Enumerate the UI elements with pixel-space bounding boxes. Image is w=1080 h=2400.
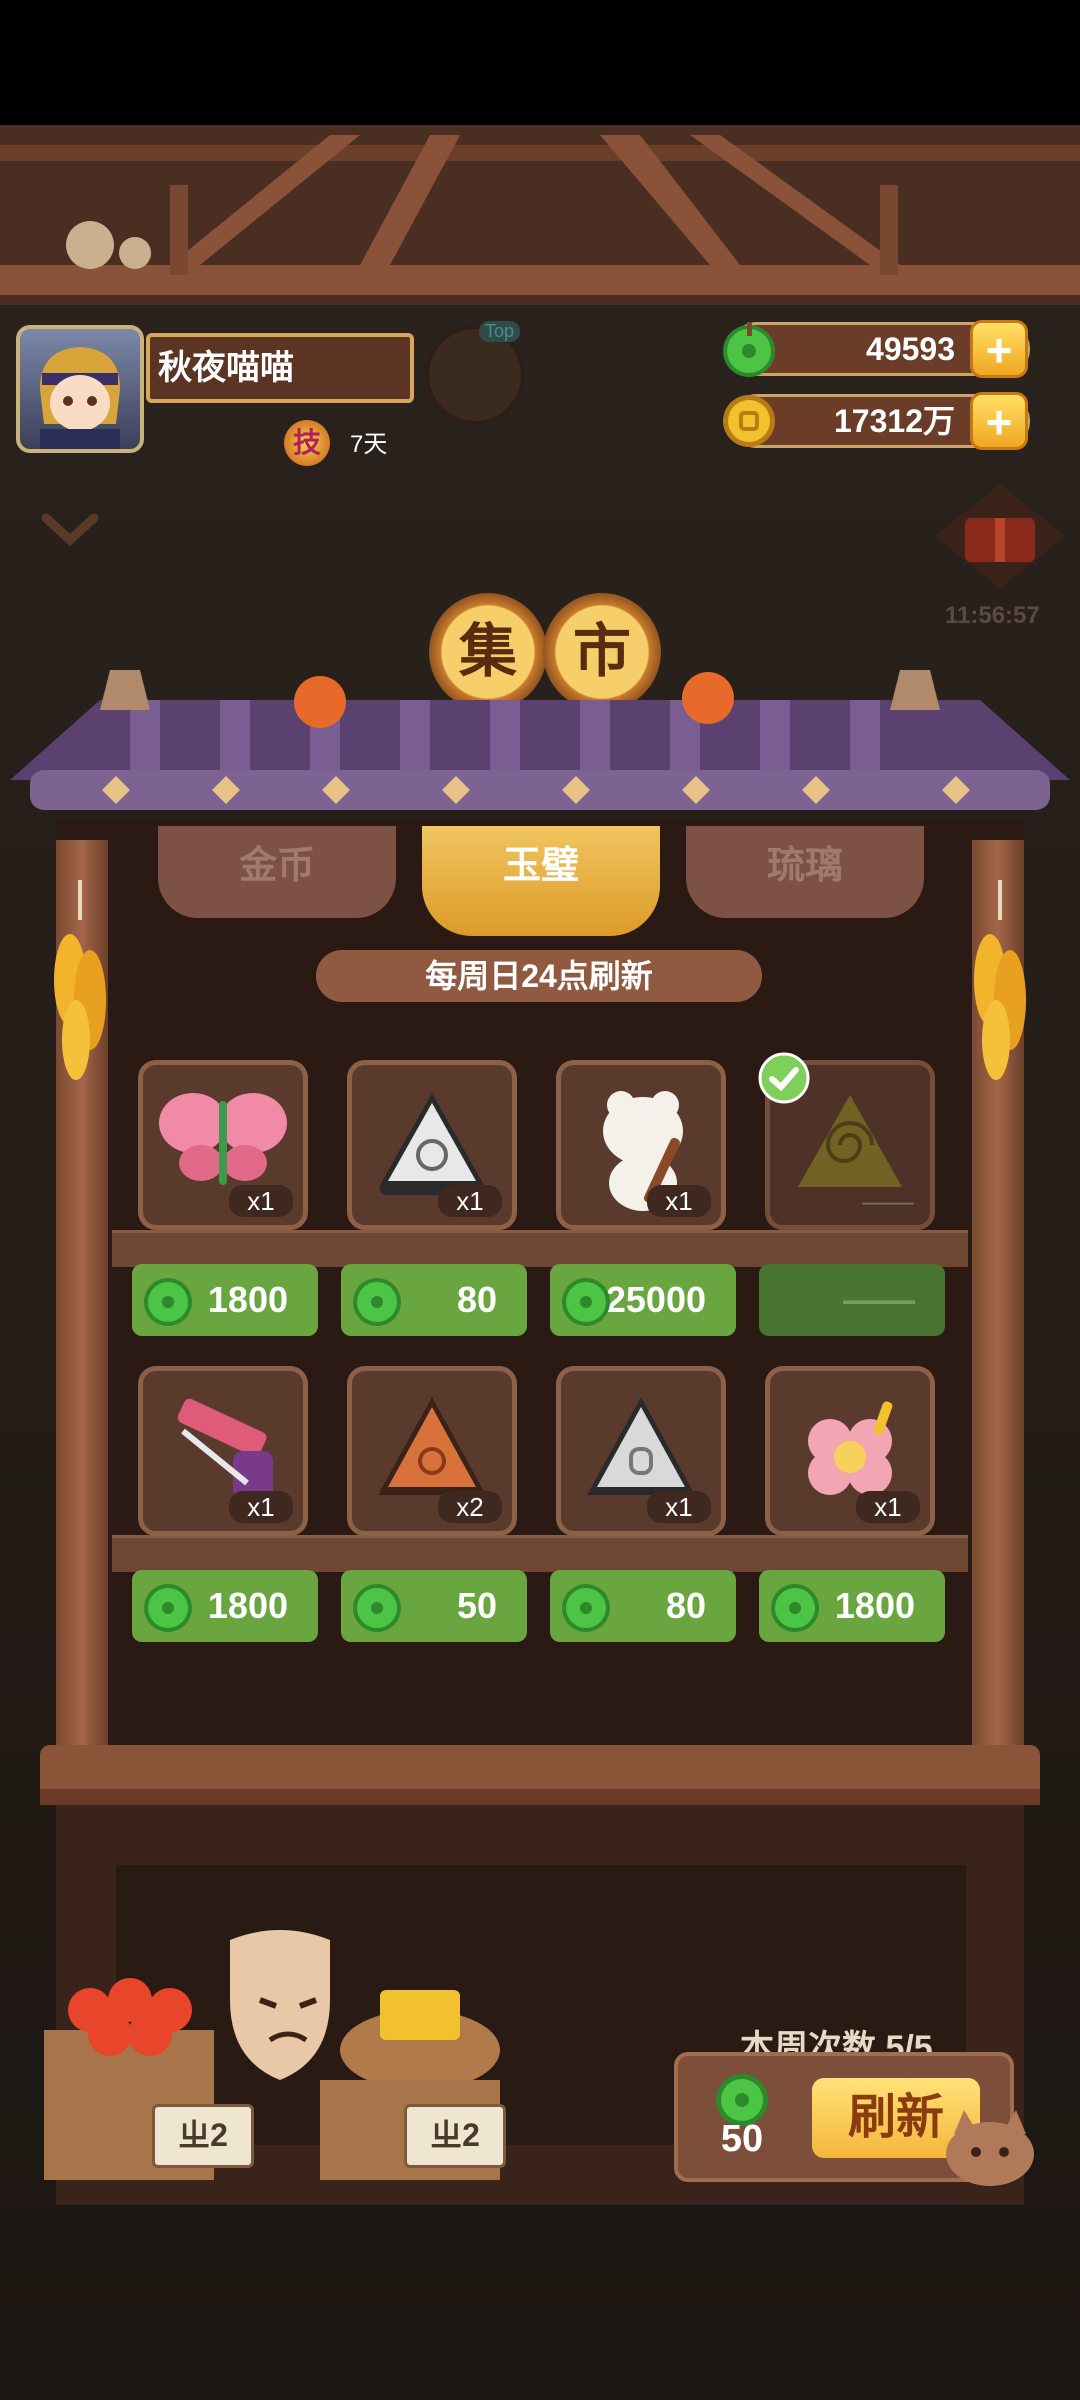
roof-beams (0, 125, 1080, 305)
item-quantity: x1 (438, 1185, 502, 1217)
stall-counter (40, 1745, 1040, 1805)
cat-mascot-icon (946, 2110, 1034, 2186)
status-bar (0, 0, 1080, 125)
price-tag-left: ㄓ2 (152, 2104, 254, 2168)
item-slot[interactable]: x1 (138, 1366, 308, 1536)
gold-coin-icon (723, 395, 775, 447)
gift-box-icon (935, 484, 1065, 588)
stall-roof (10, 670, 1070, 810)
jade-coin-icon (771, 1584, 819, 1632)
item-quantity: x2 (438, 1491, 502, 1523)
add-gold-button[interactable]: + (970, 392, 1028, 450)
jade-coin-icon (562, 1278, 610, 1326)
refresh-cost: 50 (720, 2118, 764, 2160)
skill-badge-icon[interactable]: 技 (284, 420, 330, 466)
avatar-portrait-icon (40, 347, 120, 449)
jade-coin-icon (562, 1584, 610, 1632)
skill-days: 7天 (350, 431, 388, 458)
price-button-disabled: —— (759, 1264, 945, 1336)
ranking-slot[interactable]: Top (425, 321, 525, 425)
tab-glaze[interactable]: 琉璃 (686, 826, 924, 918)
top-badge: Top (479, 321, 521, 342)
player-avatar[interactable] (16, 325, 144, 453)
checkmark-icon (758, 1052, 810, 1104)
add-jade-button[interactable]: + (970, 320, 1028, 378)
weekly-refresh-note: 每周日24点刷新 (316, 950, 762, 1002)
tab-gold-coins[interactable]: 金币 (158, 826, 396, 918)
side-event-badge[interactable]: 11:56:57 (925, 480, 1075, 640)
item-quantity: x1 (229, 1185, 293, 1217)
item-quantity: x1 (647, 1491, 711, 1523)
chevron-down-icon[interactable] (40, 510, 100, 550)
jade-coin-icon (353, 1584, 401, 1632)
item-quantity: —— (862, 1186, 914, 1216)
tab-jade[interactable]: 玉璧 (422, 826, 660, 936)
item-slot[interactable]: x2 (347, 1366, 517, 1536)
item-slot[interactable]: x1 (556, 1366, 726, 1536)
item-slot[interactable]: x1 (347, 1060, 517, 1230)
jade-coin-icon (144, 1584, 192, 1632)
item-slot[interactable]: x1 (556, 1060, 726, 1230)
item-slot[interactable]: x1 (138, 1060, 308, 1230)
item-quantity: x1 (647, 1185, 711, 1217)
jade-coin-icon (353, 1278, 401, 1326)
corn-left-icon (54, 880, 106, 1080)
price-tag-right: ㄓ2 (404, 2104, 506, 2168)
shelf (112, 1535, 968, 1572)
item-quantity: x1 (856, 1491, 920, 1523)
item-quantity: x1 (229, 1491, 293, 1523)
side-event-timer: 11:56:57 (945, 602, 1040, 629)
player-name[interactable]: 秋夜喵喵 (146, 333, 414, 403)
item-slot[interactable]: x1 (765, 1366, 935, 1536)
jade-coin-icon (144, 1278, 192, 1326)
shelf (112, 1230, 968, 1267)
jade-coin-icon (723, 322, 775, 377)
corn-right-icon (974, 880, 1026, 1080)
